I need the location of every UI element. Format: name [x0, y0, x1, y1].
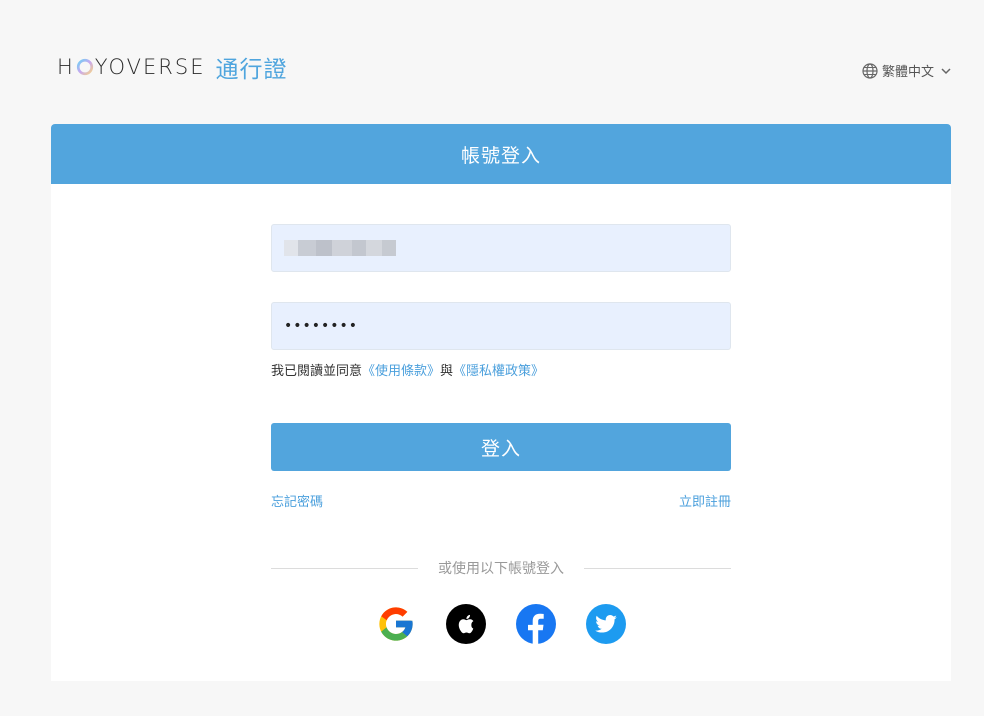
login-form: 我已閱讀並同意《使用條款》與《隱私權政策》 登入 忘記密碼 立即註冊 或使用以下… — [271, 224, 731, 644]
twitter-icon — [595, 615, 617, 633]
language-label: 繁體中文 — [881, 65, 934, 80]
password-input[interactable] — [271, 302, 731, 350]
brand-suffix: YOVERSE — [94, 55, 206, 79]
forgot-password-link[interactable]: 忘記密碼 — [271, 491, 323, 510]
brand-wordmark: H YOVERSE — [57, 55, 205, 79]
brand-ring-icon — [76, 58, 93, 76]
divider-line-right — [584, 567, 731, 569]
agreement-prefix: 我已閱讀並同意 — [271, 364, 363, 379]
language-selector[interactable]: 繁體中文 — [862, 61, 952, 80]
hoyoverse-logo: H YOVERSE 通行證 — [57, 50, 287, 84]
agreement-and: 與 — [440, 364, 454, 379]
card-title: 帳號登入 — [51, 124, 951, 184]
social-divider: 或使用以下帳號登入 — [271, 558, 731, 578]
register-link[interactable]: 立即註冊 — [679, 491, 731, 510]
redacted-account-value — [284, 240, 406, 256]
brand-prefix: H — [57, 55, 75, 79]
account-input[interactable] — [271, 224, 731, 272]
divider-line-left — [271, 567, 418, 569]
facebook-icon — [528, 613, 544, 644]
google-icon — [379, 607, 413, 641]
globe-icon — [862, 62, 878, 79]
pass-title: 通行證 — [215, 57, 288, 83]
login-card: 帳號登入 我已閱讀並同意《使用條款》與《隱私權政策》 登入 忘記密碼 立即註冊 — [51, 124, 951, 681]
google-login-button[interactable] — [376, 604, 416, 644]
login-button[interactable]: 登入 — [271, 423, 731, 471]
twitter-login-button[interactable] — [586, 604, 626, 644]
social-login-buttons — [271, 604, 731, 644]
divider-text: 或使用以下帳號登入 — [438, 561, 564, 577]
agreement-text: 我已閱讀並同意《使用條款》與《隱私權政策》 — [271, 363, 731, 381]
apple-icon — [458, 614, 474, 634]
chevron-down-icon — [941, 67, 951, 74]
terms-link[interactable]: 《使用條款》 — [362, 364, 440, 379]
facebook-login-button[interactable] — [516, 604, 556, 644]
privacy-link[interactable]: 《隱私權政策》 — [453, 364, 544, 379]
apple-login-button[interactable] — [446, 604, 486, 644]
auth-links: 忘記密碼 立即註冊 — [271, 491, 731, 510]
